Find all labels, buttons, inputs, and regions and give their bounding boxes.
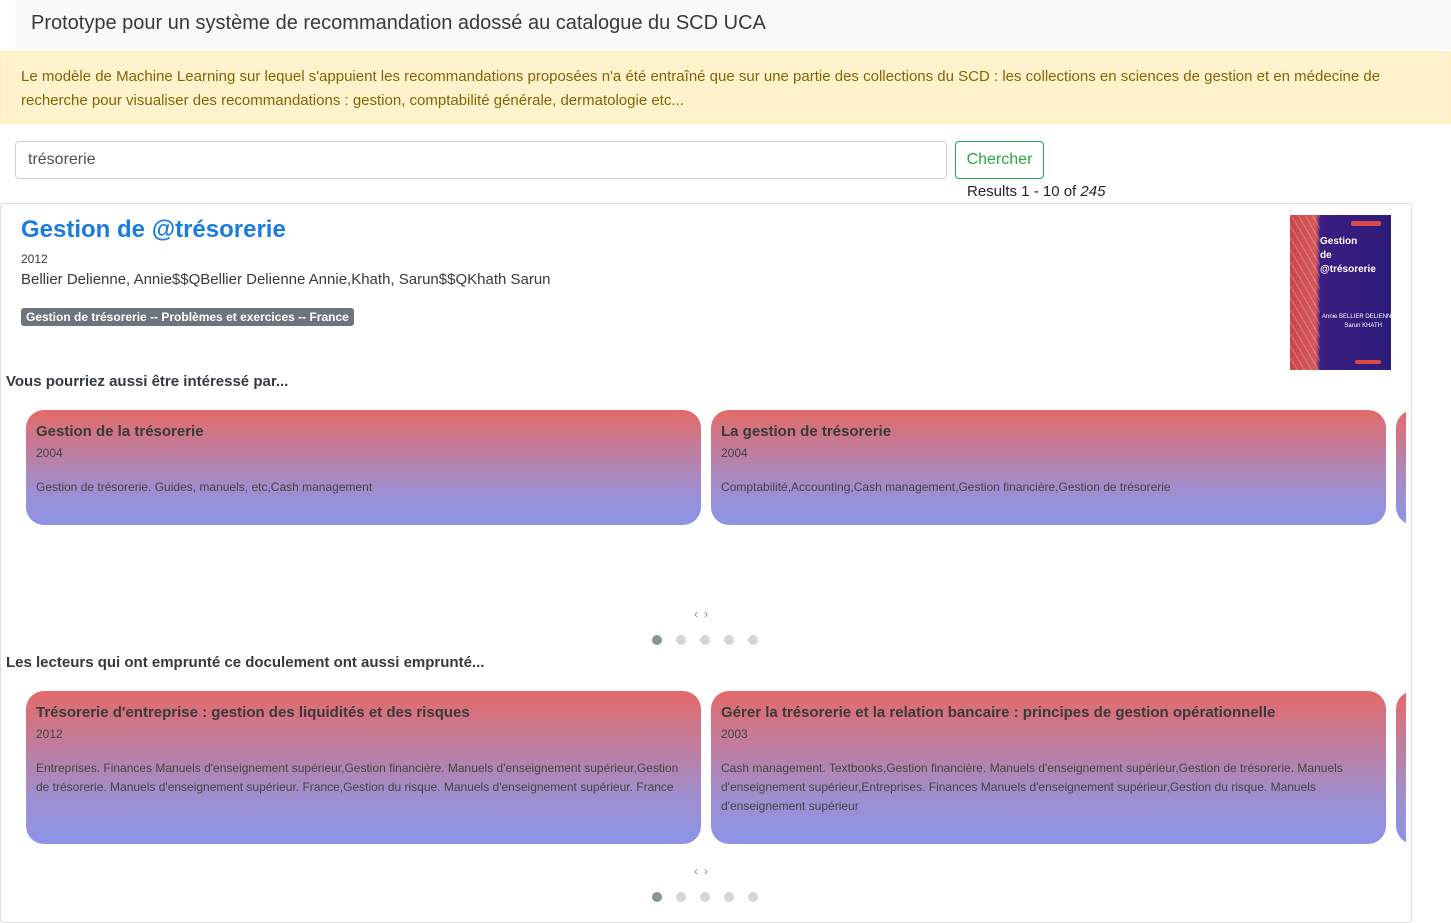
carousel-dot[interactable] <box>748 635 758 645</box>
reco-title: La gestion de trésorerie <box>721 423 892 440</box>
carousel-dot[interactable] <box>700 892 710 902</box>
alert-line-1: Le modèle de Machine Learning sur lequel… <box>21 68 1381 85</box>
carousel-dot[interactable] <box>652 635 662 645</box>
reco-subjects: Cash management. Textbooks,Gestion finan… <box>721 761 1343 813</box>
app-title[interactable]: Prototype pour un système de recommandat… <box>31 12 766 35</box>
reco-card[interactable]: La gestion de trésorerie 2004 Comptabili… <box>711 410 1386 525</box>
carousel-dot[interactable] <box>748 892 758 902</box>
alert-line-2: recherche pour visualiser des recommanda… <box>21 92 684 109</box>
reco-year: 2012 <box>36 727 63 741</box>
reco-card[interactable]: Gérer la trésorerie et la relation banca… <box>711 691 1386 844</box>
document-title[interactable]: Gestion de @trésorerie <box>21 216 286 244</box>
reco-subjects: Entreprises. Finances Manuels d'enseigne… <box>36 761 679 794</box>
cover-stripes <box>1290 215 1320 370</box>
results-total: 245 <box>1080 183 1106 200</box>
similar-heading: Vous pourriez aussi être intéressé par..… <box>6 373 289 390</box>
borrowed-carousel[interactable]: Trésorerie d'entreprise : gestion des li… <box>26 691 1406 844</box>
reco-title: Trésorerie d'entreprise : gestion des li… <box>36 704 470 721</box>
reco-year: 2004 <box>721 446 748 460</box>
carousel-dot[interactable] <box>676 635 686 645</box>
info-alert: Le modèle de Machine Learning sur lequel… <box>0 51 1451 124</box>
cover-bottom-tag <box>1355 360 1381 364</box>
results-prefix: Results 1 - 10 of <box>967 183 1081 200</box>
reco-year: 2004 <box>36 446 63 460</box>
cover-tag <box>1351 221 1381 226</box>
next-arrow-icon[interactable]: › <box>704 864 714 878</box>
borrowed-heading: Les lecteurs qui ont emprunté ce doculem… <box>6 654 485 671</box>
cover-authors: Annie BELLIER DELIENNE Sarun KHATH <box>1322 314 1391 329</box>
search-input[interactable] <box>15 141 947 179</box>
search-button[interactable]: Chercher <box>955 141 1044 179</box>
reco-title: Gérer la trésorerie et la relation banca… <box>721 704 1276 721</box>
carousel-dot[interactable] <box>724 635 734 645</box>
reco-card[interactable]: Gestion de la trésorerie 2004 Gestion de… <box>26 410 701 525</box>
carousel-dot[interactable] <box>700 635 710 645</box>
reco-card-partial[interactable] <box>1396 410 1406 525</box>
reco-subjects: Comptabilité,Accounting,Cash management,… <box>721 480 1171 494</box>
reco-card[interactable]: Trésorerie d'entreprise : gestion des li… <box>26 691 701 844</box>
reco-year: 2003 <box>721 727 748 741</box>
carousel-dot[interactable] <box>676 892 686 902</box>
prev-arrow-icon[interactable]: ‹ <box>694 607 704 621</box>
similar-carousel[interactable]: Gestion de la trésorerie 2004 Gestion de… <box>26 410 1406 525</box>
prev-arrow-icon[interactable]: ‹ <box>694 864 704 878</box>
document-authors: Bellier Delienne, Annie$$QBellier Delien… <box>21 271 551 288</box>
carousel-dot[interactable] <box>724 892 734 902</box>
navbar: Prototype pour un système de recommandat… <box>15 0 1451 50</box>
reco-card-partial[interactable] <box>1396 691 1406 844</box>
cover-title: Gestion de @trésorerie <box>1320 236 1376 275</box>
document-year: 2012 <box>21 252 48 266</box>
borrowed-carousel-nav: ‹› <box>694 864 714 878</box>
results-count: Results 1 - 10 of 245 <box>967 183 1105 200</box>
reco-subjects: Gestion de trésorerie. Guides, manuels, … <box>36 480 373 494</box>
subject-badge[interactable]: Gestion de trésorerie -- Problèmes et ex… <box>21 308 354 326</box>
book-cover-image: Gestion de @trésorerie Annie BELLIER DEL… <box>1290 215 1391 370</box>
carousel-dot[interactable] <box>652 892 662 902</box>
next-arrow-icon[interactable]: › <box>704 607 714 621</box>
similar-carousel-nav: ‹› <box>694 607 714 621</box>
reco-title: Gestion de la trésorerie <box>36 423 204 440</box>
